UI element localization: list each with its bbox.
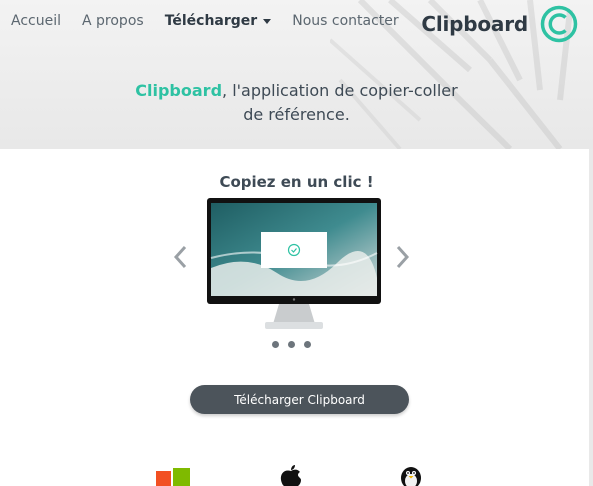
- chevron-left-icon[interactable]: [172, 244, 190, 270]
- linux-icon[interactable]: [396, 465, 426, 486]
- carousel-dot-1[interactable]: [272, 341, 279, 348]
- windows-icon[interactable]: [156, 465, 190, 486]
- tagline-brand: Clipboard: [135, 81, 223, 100]
- nav-item-accueil[interactable]: Accueil: [11, 13, 61, 29]
- monitor-illustration: [207, 198, 381, 329]
- carousel-dot-2[interactable]: [288, 341, 295, 348]
- hero-section: Accueil A propos Télécharger Nous contac…: [0, 0, 593, 149]
- apple-icon[interactable]: [276, 465, 306, 486]
- monitor-base: [265, 322, 323, 329]
- clipboard-logo-icon: [540, 5, 578, 43]
- platform-icons: [0, 465, 593, 486]
- hero-tagline: Clipboard, l'application de copier-colle…: [0, 79, 593, 127]
- monitor-stand: [273, 304, 315, 324]
- download-clipboard-button[interactable]: Télécharger Clipboard: [190, 385, 409, 414]
- carousel-title: Copiez en un clic !: [219, 173, 374, 191]
- page-edge-divider: [589, 149, 593, 486]
- carousel-indicators: [272, 341, 320, 348]
- chevron-right-icon[interactable]: [393, 244, 411, 270]
- top-nav: Accueil A propos Télécharger Nous contac…: [11, 13, 420, 29]
- nav-item-nous-contacter[interactable]: Nous contacter: [292, 13, 398, 29]
- tagline-line-1: Clipboard, l'application de copier-colle…: [0, 79, 593, 103]
- brand-name: Clipboard: [421, 12, 528, 36]
- nav-item-a-propos[interactable]: A propos: [82, 13, 144, 29]
- brand[interactable]: Clipboard: [421, 5, 578, 43]
- copy-dialog: [261, 232, 327, 268]
- tagline-text-1: , l'application de copier-coller: [222, 81, 458, 100]
- tagline-line-2: de référence.: [243, 105, 350, 124]
- chevron-down-icon: [263, 19, 272, 24]
- carousel-dot-3[interactable]: [304, 341, 311, 348]
- nav-item-telecharger-label: Télécharger: [164, 13, 258, 29]
- nav-item-telecharger[interactable]: Télécharger: [165, 13, 272, 29]
